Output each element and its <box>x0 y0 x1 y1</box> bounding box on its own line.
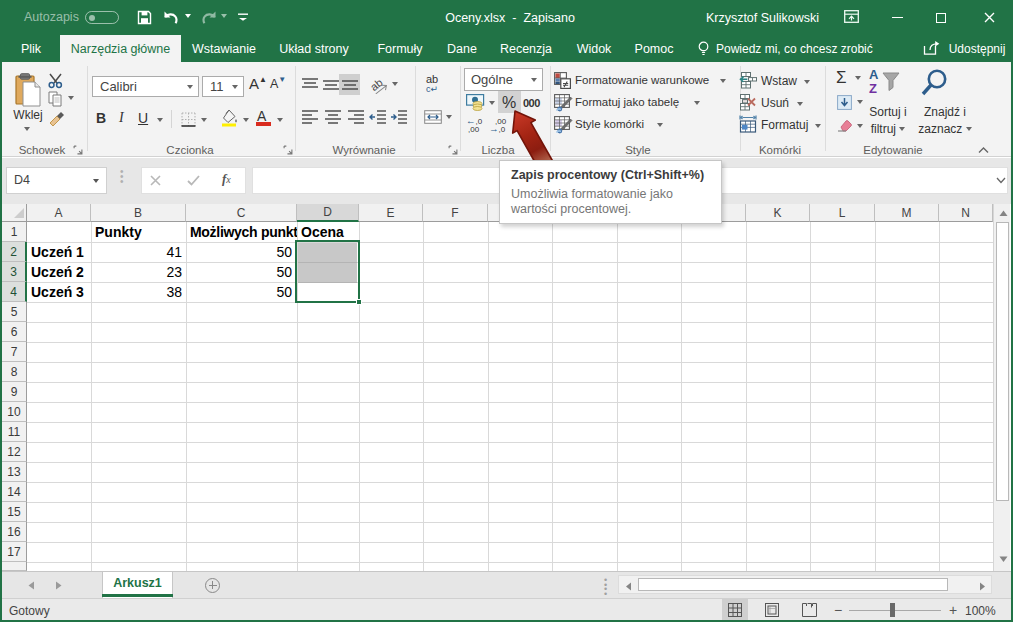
svg-text:ab: ab <box>368 76 385 93</box>
